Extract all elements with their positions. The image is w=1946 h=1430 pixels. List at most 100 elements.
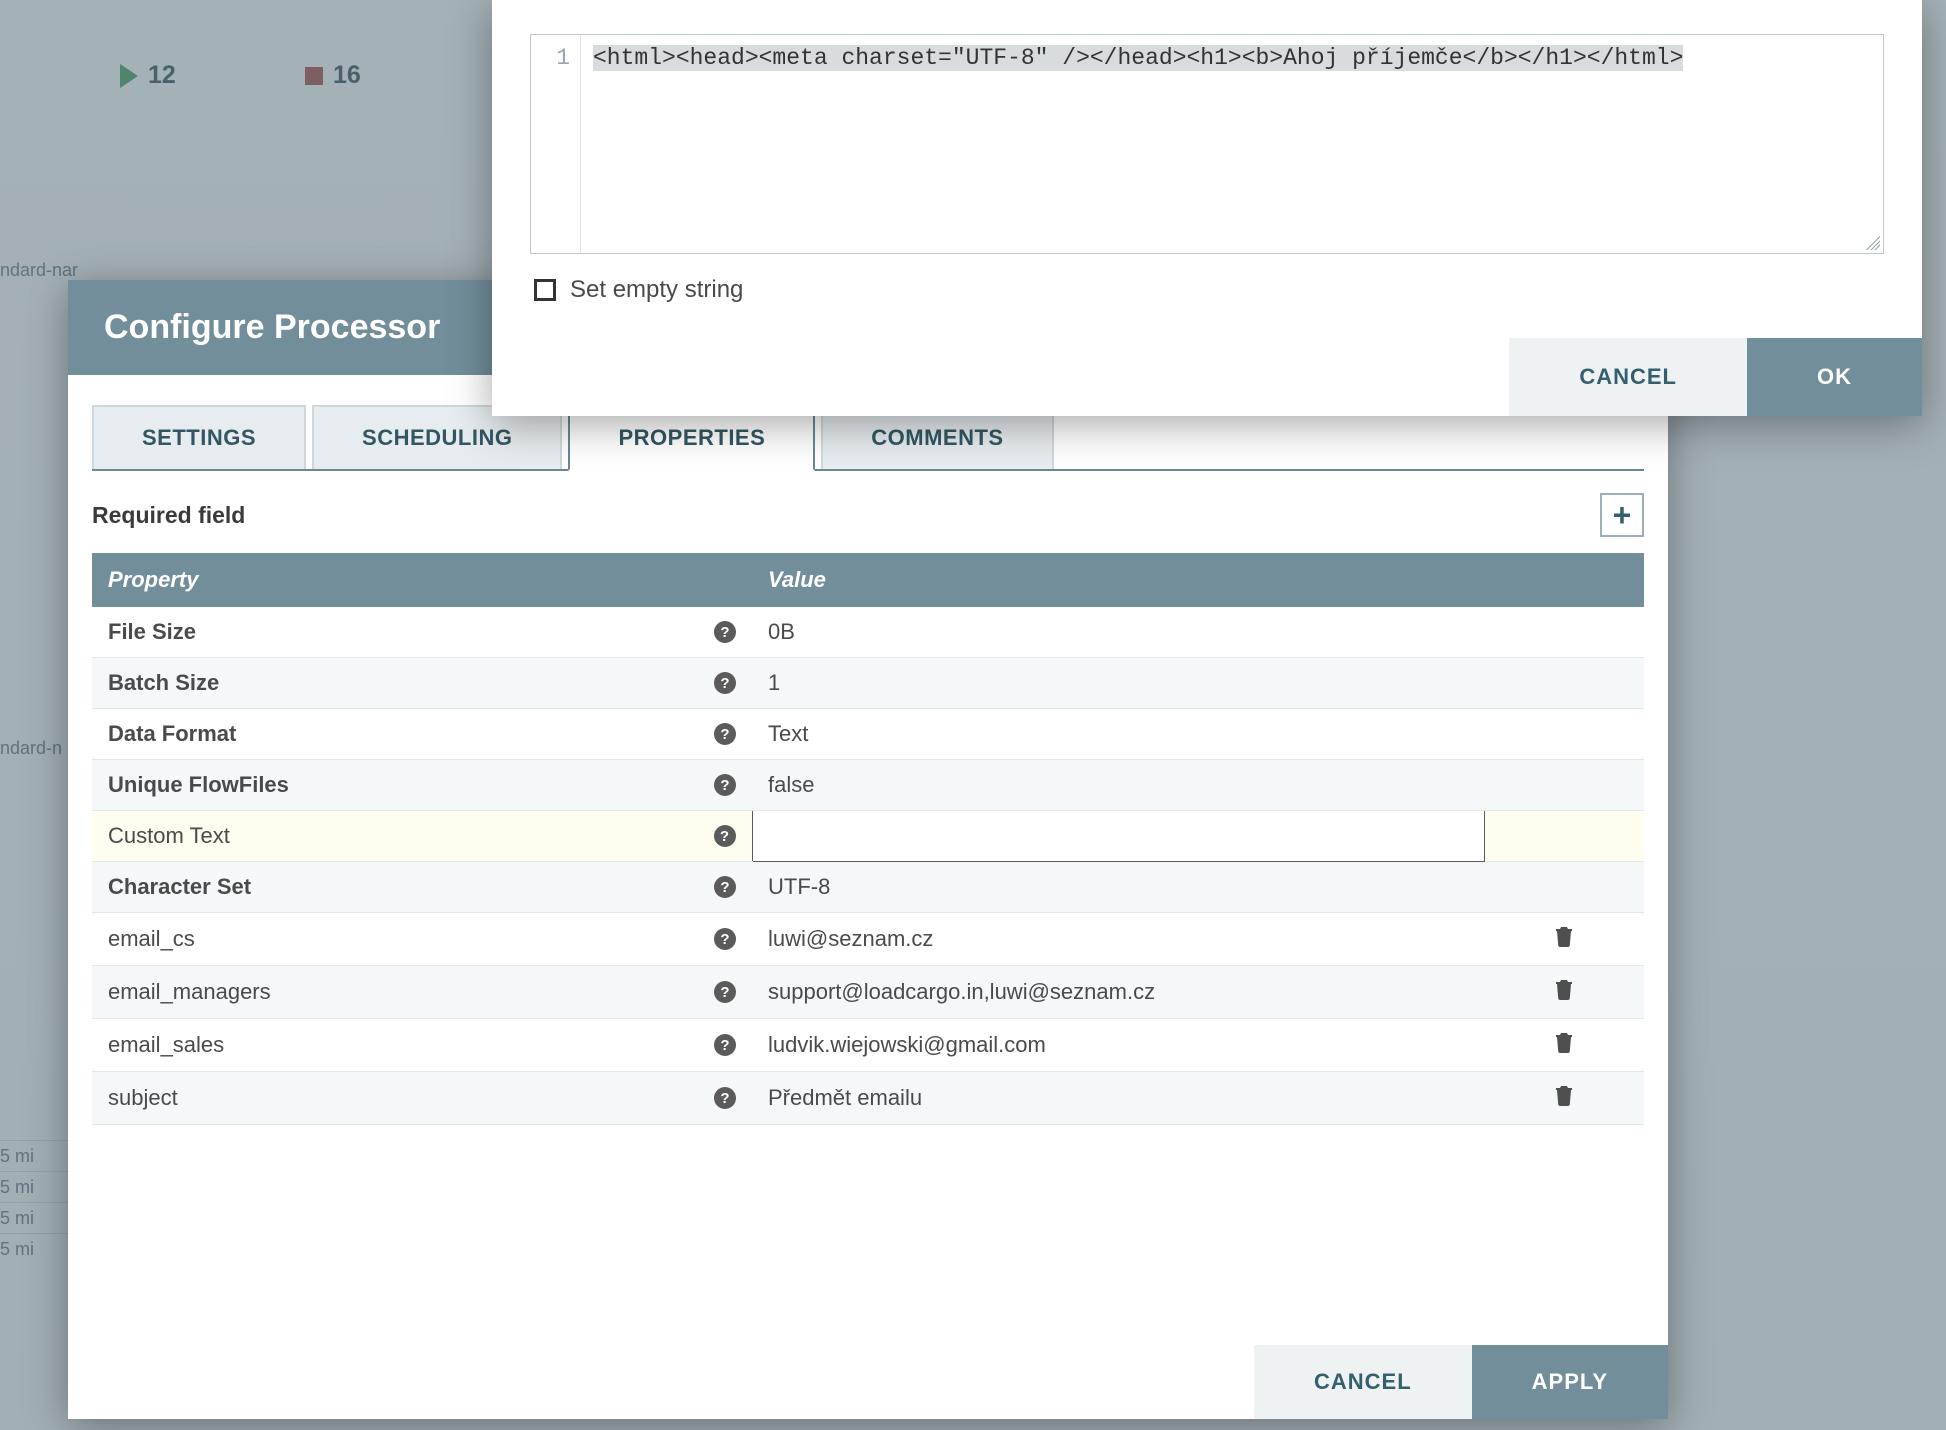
help-icon[interactable]: ? [714, 774, 736, 796]
property-action-cell[interactable] [1484, 1072, 1644, 1125]
property-name: Custom Text [108, 823, 230, 849]
trash-icon[interactable] [1554, 1036, 1574, 1058]
property-value-cell[interactable]: Předmět emailu [752, 1072, 1484, 1125]
property-value-cell[interactable]: UTF-8 [752, 862, 1484, 913]
property-name: Unique FlowFiles [108, 772, 289, 798]
bg-lines: 5 mi 5 mi 5 mi 5 mi [0, 1140, 70, 1264]
table-row: Batch Size?1 [92, 658, 1644, 709]
bg-line-item: 5 mi [0, 1140, 70, 1171]
property-name-cell[interactable]: File Size? [92, 607, 752, 658]
property-action-cell [1484, 760, 1644, 811]
table-row: subject?Předmět emailu [92, 1072, 1644, 1125]
code-text: <html><head><meta charset="UTF-8" /></he… [593, 45, 1683, 71]
help-icon[interactable]: ? [714, 621, 736, 643]
property-action-cell[interactable] [1484, 1019, 1644, 1072]
line-number: 1 [531, 45, 570, 71]
trash-icon[interactable] [1554, 1089, 1574, 1111]
table-row: Unique FlowFiles?false [92, 760, 1644, 811]
property-action-cell [1484, 709, 1644, 760]
stopped-count: 16 [333, 61, 361, 90]
table-row: email_managers?support@loadcargo.in,luwi… [92, 966, 1644, 1019]
property-action-cell [1484, 811, 1644, 862]
editor-cancel-button[interactable]: CANCEL [1509, 338, 1747, 416]
property-name-cell[interactable]: Data Format? [92, 709, 752, 760]
resize-grip-icon[interactable] [1866, 236, 1880, 250]
help-icon[interactable]: ? [714, 928, 736, 950]
bg-text-2: ndard-n [0, 738, 62, 759]
dialog-footer: CANCEL APPLY [68, 1345, 1668, 1419]
property-value-cell[interactable]: 0B [752, 607, 1484, 658]
required-field-label: Required field [92, 502, 245, 529]
editor-ok-button[interactable]: OK [1747, 338, 1922, 416]
property-name: email_cs [108, 926, 195, 952]
property-name-cell[interactable]: Unique FlowFiles? [92, 760, 752, 811]
table-row: File Size?0B [92, 607, 1644, 658]
property-name: File Size [108, 619, 196, 645]
help-icon[interactable]: ? [714, 723, 736, 745]
help-icon[interactable]: ? [714, 981, 736, 1003]
property-value-cell[interactable]: ludvik.wiejowski@gmail.com [752, 1019, 1484, 1072]
bg-line-item: 5 mi [0, 1202, 70, 1233]
property-action-cell[interactable] [1484, 913, 1644, 966]
property-name-cell[interactable]: subject? [92, 1072, 752, 1125]
property-action-cell [1484, 658, 1644, 709]
property-name-cell[interactable]: Character Set? [92, 862, 752, 913]
col-property: Property [92, 553, 752, 607]
property-value-cell[interactable] [752, 811, 1484, 862]
property-name: email_managers [108, 979, 271, 1005]
help-icon[interactable]: ? [714, 1087, 736, 1109]
bg-text-1: ndard-nar [0, 260, 78, 281]
editor-footer: CANCEL OK [492, 338, 1922, 416]
trash-icon[interactable] [1554, 930, 1574, 952]
table-row: Data Format?Text [92, 709, 1644, 760]
help-icon[interactable]: ? [714, 825, 736, 847]
property-name-cell[interactable]: Custom Text? [92, 811, 752, 862]
running-count: 12 [148, 61, 176, 90]
code-editor[interactable]: 1 <html><head><meta charset="UTF-8" /></… [530, 34, 1884, 254]
property-value-cell[interactable]: support@loadcargo.in,luwi@seznam.cz [752, 966, 1484, 1019]
plus-icon: + [1613, 497, 1632, 534]
property-value-cell[interactable]: 1 [752, 658, 1484, 709]
property-action-cell[interactable] [1484, 966, 1644, 1019]
trash-icon[interactable] [1554, 983, 1574, 1005]
property-action-cell [1484, 862, 1644, 913]
set-empty-string-label: Set empty string [570, 276, 743, 304]
tab-settings[interactable]: SETTINGS [92, 405, 306, 469]
set-empty-string-checkbox[interactable] [534, 279, 556, 301]
property-name-cell[interactable]: email_sales? [92, 1019, 752, 1072]
property-name: email_sales [108, 1032, 224, 1058]
table-row: email_sales?ludvik.wiejowski@gmail.com [92, 1019, 1644, 1072]
bg-line-item: 5 mi [0, 1233, 70, 1264]
property-name: subject [108, 1085, 178, 1111]
help-icon[interactable]: ? [714, 672, 736, 694]
add-property-button[interactable]: + [1600, 493, 1644, 537]
property-name: Character Set [108, 874, 251, 900]
help-icon[interactable]: ? [714, 1034, 736, 1056]
stopped-indicator: 16 [305, 61, 361, 90]
cancel-button[interactable]: CANCEL [1254, 1345, 1472, 1419]
properties-table: Property Value File Size?0BBatch Size?1D… [92, 553, 1644, 1125]
value-editor-popup: 1 <html><head><meta charset="UTF-8" /></… [492, 0, 1922, 416]
property-name-cell[interactable]: Batch Size? [92, 658, 752, 709]
col-value: Value [752, 553, 1484, 607]
table-row: email_cs?luwi@seznam.cz [92, 913, 1644, 966]
code-content[interactable]: <html><head><meta charset="UTF-8" /></he… [581, 35, 1883, 253]
help-icon[interactable]: ? [714, 876, 736, 898]
col-actions [1484, 553, 1644, 607]
table-row: Character Set?UTF-8 [92, 862, 1644, 913]
property-value-cell[interactable]: false [752, 760, 1484, 811]
play-icon [120, 64, 138, 88]
property-value-cell[interactable]: Text [752, 709, 1484, 760]
line-gutter: 1 [531, 35, 581, 253]
running-indicator: 12 [120, 61, 176, 90]
property-name-cell[interactable]: email_cs? [92, 913, 752, 966]
property-name: Data Format [108, 721, 236, 747]
property-name: Batch Size [108, 670, 219, 696]
property-action-cell [1484, 607, 1644, 658]
property-name-cell[interactable]: email_managers? [92, 966, 752, 1019]
configure-processor-dialog: Configure Processor SETTINGS SCHEDULING … [68, 280, 1668, 1419]
property-value-cell[interactable]: luwi@seznam.cz [752, 913, 1484, 966]
apply-button[interactable]: APPLY [1472, 1345, 1668, 1419]
bg-line-item: 5 mi [0, 1171, 70, 1202]
table-row: Custom Text? [92, 811, 1644, 862]
